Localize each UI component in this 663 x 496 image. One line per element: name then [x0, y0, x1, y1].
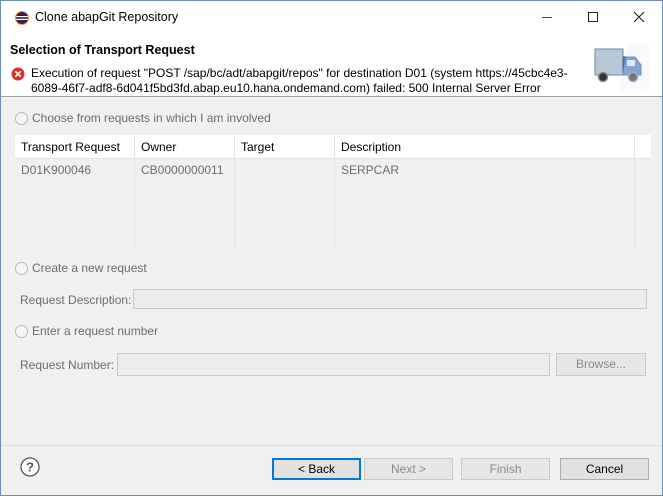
error-message: Execution of request "POST /sap/bc/adt/a… [31, 66, 586, 96]
radio-circle[interactable] [15, 261, 28, 275]
transport-request-table[interactable]: Transport Request Owner Target Descripti… [15, 135, 651, 249]
next-button[interactable]: Next > [364, 458, 453, 480]
table-header: Transport Request Owner Target Descripti… [15, 135, 651, 159]
cancel-button[interactable]: Cancel [560, 458, 649, 480]
radio-circle[interactable] [15, 324, 28, 338]
window-title: Clone abapGit Repository [35, 10, 179, 24]
page-title: Selection of Transport Request [10, 43, 195, 57]
create-request-radio[interactable]: Create a new request [15, 261, 147, 275]
cell-transport-request: D01K900046 [21, 163, 92, 177]
column-header-description[interactable]: Description [335, 135, 635, 159]
choose-requests-radio[interactable]: Choose from requests in which I am invol… [15, 111, 271, 125]
request-description-label: Request Description: [20, 293, 132, 307]
svg-text:?: ? [26, 460, 34, 475]
title-bar: Clone abapGit Repository [1, 1, 662, 33]
back-button[interactable]: < Back [272, 458, 361, 480]
error-icon [11, 67, 25, 81]
header-banner: Selection of Transport Request Execution… [1, 33, 662, 97]
enter-request-number-radio[interactable]: Enter a request number [15, 324, 158, 338]
enter-request-number-label: Enter a request number [32, 324, 159, 338]
column-header-transport-request[interactable]: Transport Request [15, 135, 135, 159]
finish-button[interactable]: Finish [461, 458, 550, 480]
request-number-input[interactable] [117, 353, 550, 376]
browse-button[interactable]: Browse... [556, 353, 646, 376]
request-description-input[interactable] [133, 289, 647, 309]
footer-divider [1, 445, 662, 446]
request-number-label: Request Number: [20, 358, 115, 372]
create-request-label: Create a new request [32, 261, 147, 275]
cell-description: SERPCAR [341, 163, 400, 177]
column-header-target[interactable]: Target [235, 135, 335, 159]
radio-circle[interactable] [15, 111, 28, 125]
close-icon [633, 11, 645, 23]
choose-requests-label: Choose from requests in which I am invol… [32, 111, 271, 125]
dialog-window: Clone abapGit Repository Selection of Tr… [0, 0, 663, 496]
help-icon[interactable]: ? [20, 457, 40, 477]
maximize-button[interactable] [570, 1, 616, 33]
maximize-icon [588, 12, 598, 22]
table-body: D01K900046 CB0000000011 SERPCAR [15, 159, 651, 249]
column-header-owner[interactable]: Owner [135, 135, 235, 159]
eclipse-app-icon [15, 11, 29, 25]
error-message-line-2: 6089-46f7-adf8-6d041f5bd3fd.abap.eu10.ha… [31, 81, 541, 95]
close-button[interactable] [616, 1, 662, 33]
minimize-button[interactable] [524, 1, 570, 33]
error-message-line-1: Execution of request "POST /sap/bc/adt/a… [31, 66, 568, 80]
cell-owner: CB0000000011 [141, 163, 224, 177]
minimize-icon [542, 17, 552, 18]
transport-truck-icon [594, 43, 649, 91]
